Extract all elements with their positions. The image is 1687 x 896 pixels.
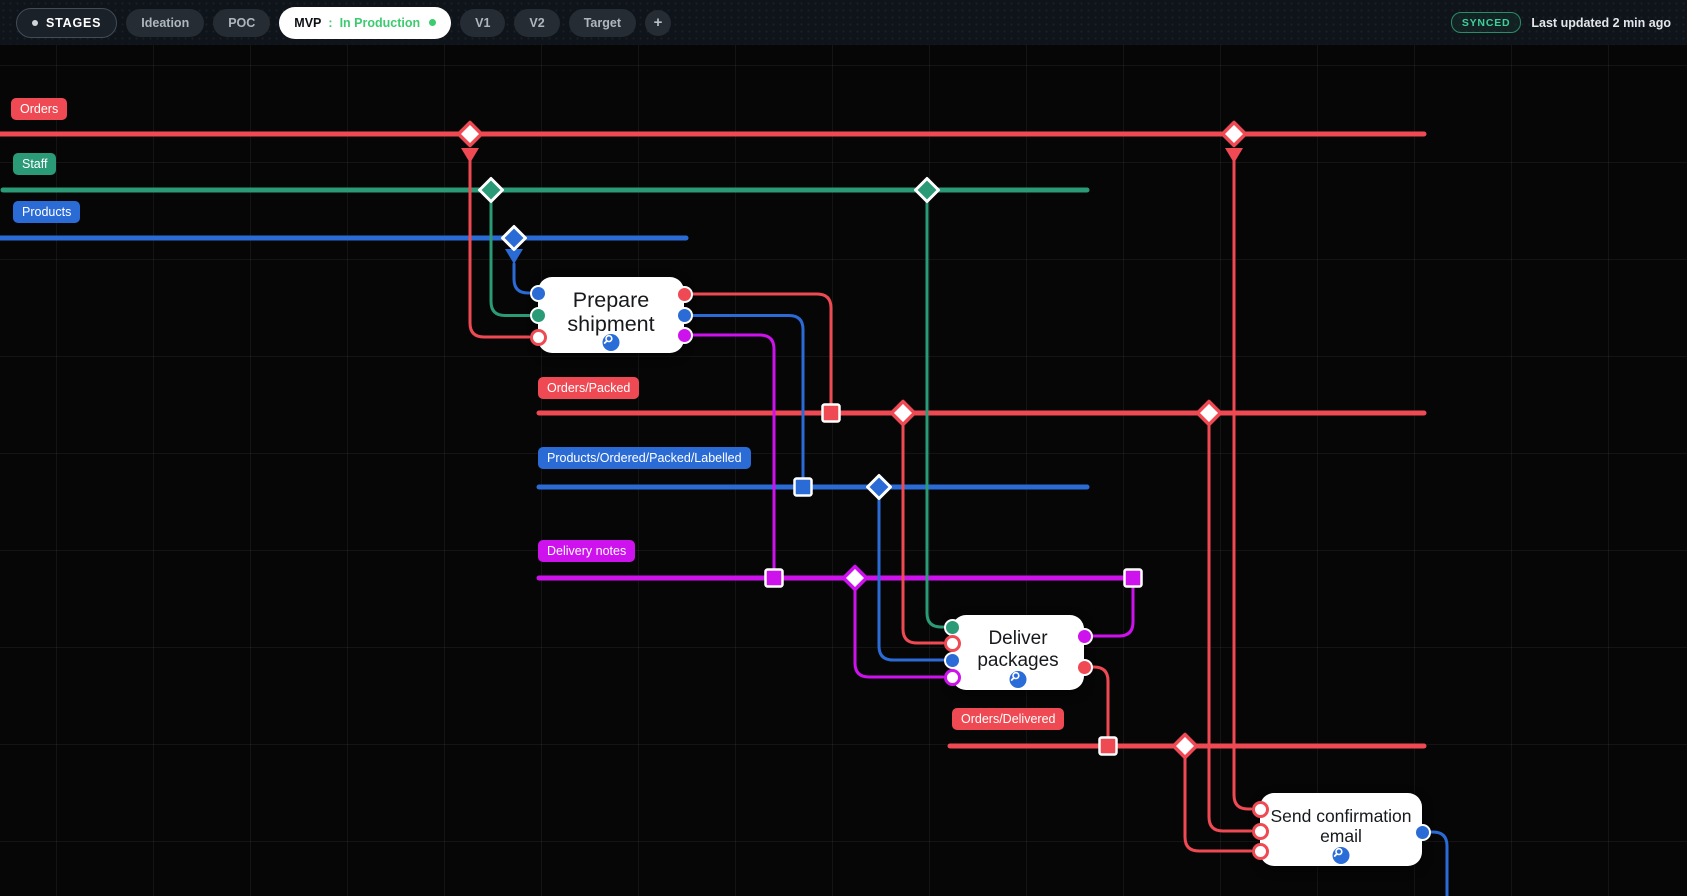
output-port-orders-packed[interactable] — [675, 285, 693, 303]
magnifier-icon[interactable] — [1332, 847, 1350, 864]
tab-label: Target — [583, 15, 621, 30]
edge-staff-to-prepare[interactable] — [489, 199, 531, 317]
magnifier-icon[interactable] — [1009, 671, 1027, 688]
edge-send-output[interactable] — [1429, 830, 1449, 896]
marker-diamond-staff-1[interactable] — [478, 177, 504, 203]
tab-label: V1 — [475, 15, 491, 30]
lane-label-orders: Orders — [11, 98, 68, 120]
marker-diamond-orders-delivered[interactable] — [1171, 732, 1199, 760]
tab-target[interactable]: Target — [568, 8, 636, 37]
top-toolbar: STAGES Ideation POC MVP : In Production … — [0, 0, 1687, 45]
marker-square-products-opl[interactable] — [793, 477, 813, 497]
output-port[interactable] — [1413, 823, 1431, 841]
input-port-delivery-notes[interactable] — [943, 668, 961, 686]
tab-v1[interactable]: V1 — [460, 8, 506, 37]
lane-label-orders-packed: Orders/Packed — [538, 377, 640, 399]
tab-label: MVP — [294, 15, 322, 30]
input-port-orders-packed[interactable] — [1251, 822, 1269, 840]
input-port-orders[interactable] — [529, 328, 547, 346]
stage-tabs: STAGES Ideation POC MVP : In Production … — [16, 6, 1451, 39]
tab-mvp-active[interactable]: MVP : In Production — [279, 6, 452, 39]
tab-label: Ideation — [141, 15, 190, 30]
marker-diamond-products-opl[interactable] — [866, 474, 892, 500]
edge-orders-packed-to-send[interactable] — [1207, 422, 1253, 833]
tab-ideation[interactable]: Ideation — [126, 8, 205, 37]
edge-orders-to-send[interactable] — [1232, 155, 1253, 811]
lane-label-orders-delivered: Orders/Delivered — [952, 708, 1065, 730]
sync-area: SYNCED Last updated 2 min ago — [1450, 12, 1671, 33]
marker-diamond-orders-packed-2[interactable] — [1195, 399, 1223, 427]
lane-label-delivery-notes: Delivery notes — [538, 540, 636, 562]
edge-products-to-prepare[interactable] — [512, 262, 531, 295]
node-prepare-shipment[interactable]: Prepare shipment — [529, 277, 693, 353]
stages-menu-label: STAGES — [46, 15, 102, 30]
tab-separator: : — [328, 15, 333, 30]
stages-menu-button[interactable]: STAGES — [16, 7, 118, 38]
edge-delivery-notes-to-deliver[interactable] — [853, 587, 945, 679]
output-port-products-opl[interactable] — [675, 307, 693, 324]
marker-diamond-orders-1[interactable] — [456, 120, 484, 148]
node-label: Deliver packages — [977, 628, 1059, 671]
flow-canvas[interactable]: Orders Staff Products Orders/Packed Prod… — [0, 45, 1687, 896]
arrow-down-icon — [1225, 148, 1243, 163]
input-port-orders-packed[interactable] — [943, 634, 961, 652]
edge-orders-to-prepare[interactable] — [468, 155, 531, 339]
node-label: Send confirmation email — [1270, 805, 1412, 846]
lane-label-staff: Staff — [13, 153, 57, 175]
lane-label-products-opl: Products/Ordered/Packed/Labelled — [538, 447, 751, 469]
tab-poc[interactable]: POC — [213, 8, 271, 37]
input-port-orders-delivered[interactable] — [1251, 842, 1269, 860]
marker-square-orders-delivered[interactable] — [1098, 736, 1118, 756]
lane-label-products: Products — [13, 201, 81, 223]
edge-orders-delivered-to-send[interactable] — [1183, 755, 1253, 853]
marker-diamond-orders-packed-1[interactable] — [889, 399, 917, 427]
edge-prepare-to-orders-packed[interactable] — [690, 292, 833, 405]
add-stage-button[interactable]: + — [645, 9, 671, 36]
marker-square-delivery-notes-end[interactable] — [1123, 568, 1143, 588]
marker-square-delivery-notes[interactable] — [764, 568, 784, 588]
input-port-products-opl[interactable] — [943, 651, 961, 669]
marker-diamond-orders-2[interactable] — [1220, 120, 1248, 148]
arrow-down-icon — [461, 148, 479, 163]
magnifier-icon[interactable] — [602, 334, 620, 351]
tab-label: POC — [228, 15, 256, 30]
tab-label: V2 — [529, 15, 545, 30]
tab-status-label: In Production — [339, 15, 421, 30]
edge-deliver-to-delivery-notes[interactable] — [1090, 586, 1135, 638]
input-port-staff[interactable] — [529, 307, 547, 324]
marker-diamond-products[interactable] — [501, 225, 527, 251]
node-send-confirmation-email[interactable]: Send confirmation email — [1251, 793, 1431, 866]
output-port-delivery-notes[interactable] — [1075, 627, 1093, 645]
input-port-orders[interactable] — [1251, 800, 1269, 818]
marker-diamond-delivery-notes[interactable] — [841, 564, 869, 592]
status-dot-icon — [429, 19, 437, 26]
edge-deliver-to-orders-delivered[interactable] — [1090, 665, 1110, 738]
synced-badge: SYNCED — [1450, 12, 1522, 33]
tab-v2[interactable]: V2 — [514, 8, 560, 37]
arrow-down-icon — [505, 249, 523, 264]
output-port-delivery-notes[interactable] — [675, 326, 693, 344]
input-port-products[interactable] — [529, 284, 547, 302]
last-updated-text: Last updated 2 min ago — [1531, 15, 1671, 30]
marker-square-orders-packed[interactable] — [821, 403, 841, 423]
node-deliver-packages[interactable]: Deliver packages — [943, 615, 1093, 690]
bullet-dot-icon — [32, 19, 38, 26]
marker-diamond-staff-2[interactable] — [914, 177, 940, 203]
output-port-orders-delivered[interactable] — [1075, 658, 1093, 676]
flow-graph — [0, 120, 1449, 896]
edge-orders-packed-to-deliver[interactable] — [901, 422, 945, 645]
input-port-staff[interactable] — [943, 618, 961, 636]
